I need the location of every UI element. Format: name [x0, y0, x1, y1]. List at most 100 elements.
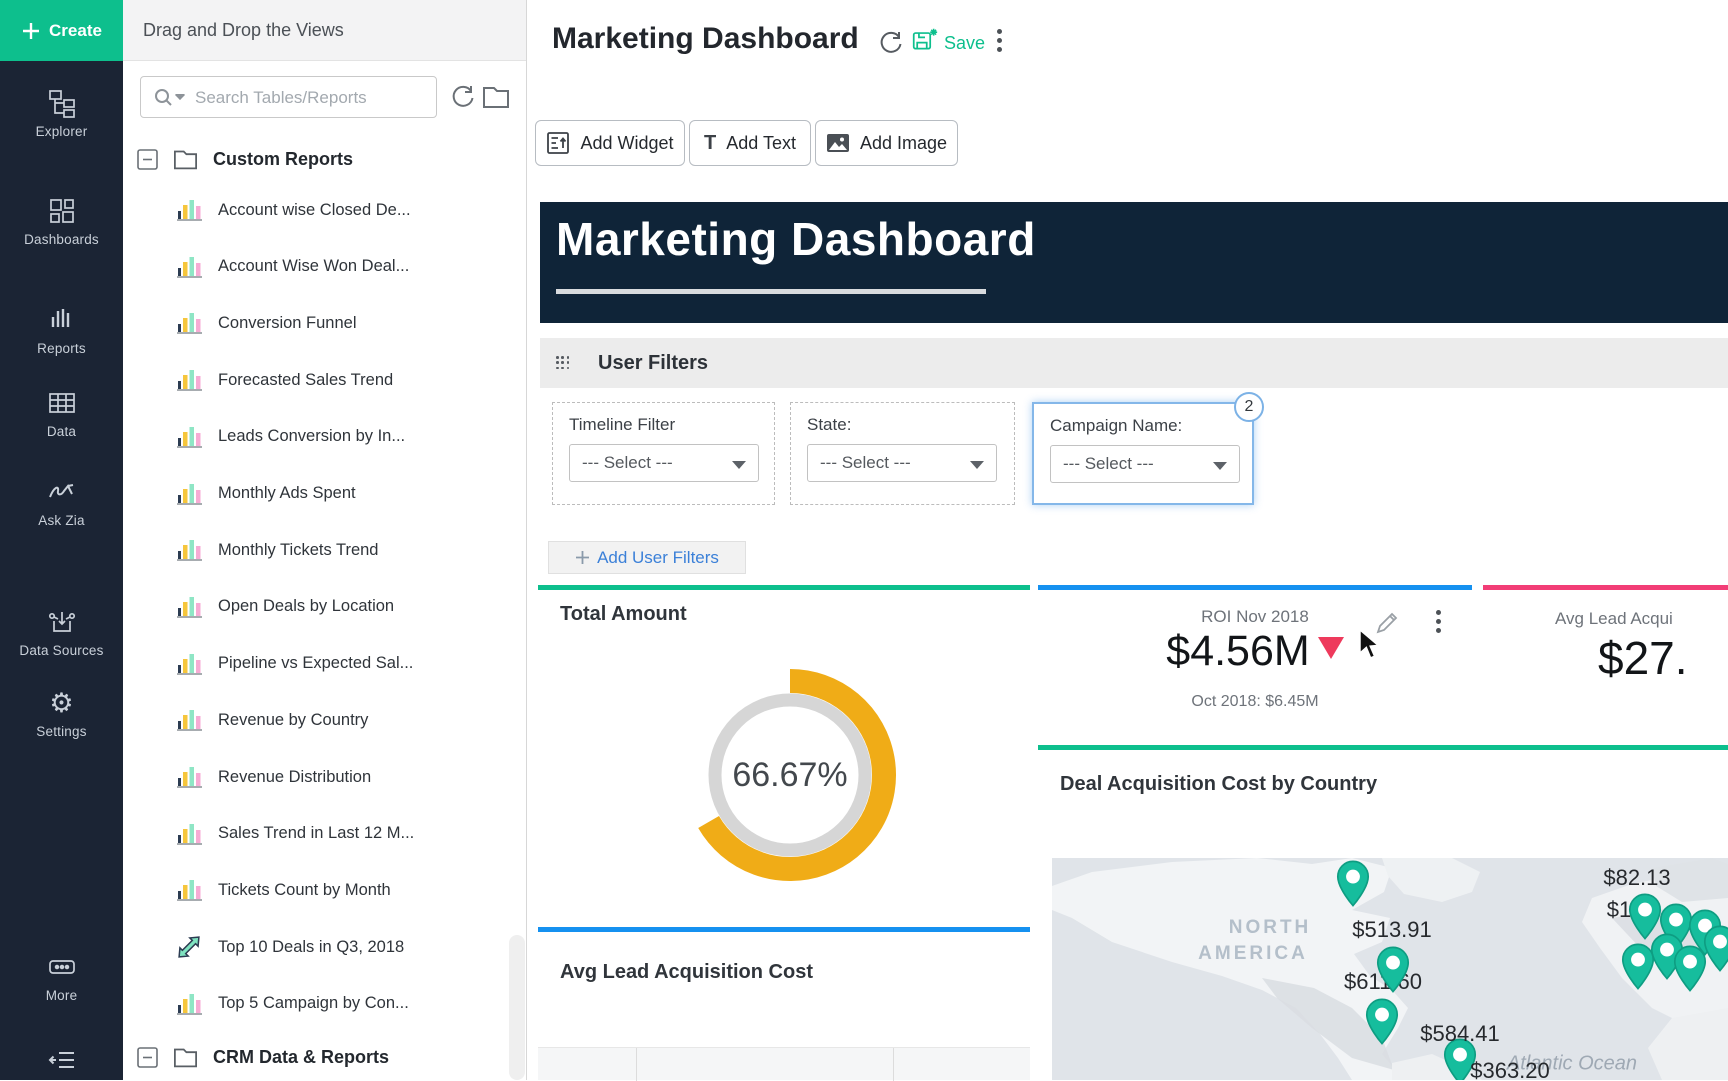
widget-title: Avg Lead Acqui: [1555, 609, 1673, 628]
list-item[interactable]: Open Deals by Location: [123, 579, 527, 635]
report-label: Forecasted Sales Trend: [218, 370, 394, 389]
map-canvas[interactable]: NORTH AMERICA Atlantic Ocean $513.91 $611…: [1052, 858, 1728, 1080]
map-pin-icon[interactable]: [1621, 943, 1655, 990]
list-item[interactable]: Tickets Count by Month: [123, 862, 527, 918]
filter-count-badge: 2: [1234, 392, 1264, 422]
refresh-icon[interactable]: [878, 30, 904, 56]
save-icon[interactable]: [912, 27, 938, 53]
list-item[interactable]: Revenue by Country: [123, 692, 527, 748]
report-label: Revenue Distribution: [218, 767, 372, 786]
report-label: Account wise Closed De...: [218, 200, 411, 219]
minus-checkbox-icon[interactable]: [137, 1046, 158, 1068]
sidebar-item-reports[interactable]: Reports: [0, 305, 123, 356]
gear-icon: ⚙: [49, 688, 74, 718]
sidebar-item-label: Data: [46, 424, 77, 439]
panel-scrollbar[interactable]: [509, 935, 525, 1080]
report-label: Tickets Count by Month: [218, 880, 391, 899]
panel-folder-icon[interactable]: [481, 84, 511, 110]
collapse-sidebar-button[interactable]: [0, 1045, 123, 1081]
sidebar-item-settings[interactable]: ⚙ Settings: [0, 688, 123, 739]
sidebar-item-ask-zia[interactable]: Ask Zia: [0, 477, 123, 528]
widget-avg-lead-kpi[interactable]: Avg Lead Acqui $27.: [1483, 585, 1728, 738]
sidebar-item-label: Dashboards: [24, 232, 99, 247]
widget-total-amount[interactable]: Total Amount 66.67%: [538, 585, 1030, 920]
list-item[interactable]: Account wise Closed De...: [123, 182, 527, 238]
map-pin-icon[interactable]: [1703, 925, 1728, 972]
report-label: Monthly Ads Spent: [218, 484, 356, 502]
add-widget-label: Add Widget: [580, 132, 674, 153]
sidebar-item-data-sources[interactable]: Data Sources: [0, 607, 123, 658]
add-image-button[interactable]: Add Image: [815, 120, 958, 166]
tree-node-custom-reports[interactable]: Custom Reports: [137, 142, 353, 176]
user-filters-bar[interactable]: User Filters: [540, 338, 1728, 388]
state-filter-select[interactable]: --- Select ---: [807, 444, 997, 482]
filter-label: Campaign Name:: [1050, 416, 1183, 435]
search-input[interactable]: [193, 77, 427, 119]
widget-deal-acquisition-map[interactable]: Deal Acquisition Cost by Country NORTH A…: [1038, 745, 1728, 1080]
filter-state[interactable]: State: --- Select ---: [790, 402, 1015, 505]
map-pin-icon[interactable]: [1365, 998, 1399, 1045]
plus-icon: [23, 22, 40, 39]
trend-arrow-icon: [175, 933, 203, 961]
list-item[interactable]: Top 10 Deals in Q3, 2018: [123, 919, 527, 975]
list-item[interactable]: Conversion Funnel: [123, 295, 527, 351]
timeline-filter-select[interactable]: --- Select ---: [569, 444, 759, 482]
map-value-label: $363.20: [1470, 1058, 1550, 1080]
sidebar-item-data[interactable]: Data: [0, 388, 123, 439]
bar-chart-icon: [175, 196, 203, 224]
minus-checkbox-icon[interactable]: [137, 148, 158, 170]
sidebar-item-explorer[interactable]: Explorer: [0, 88, 123, 139]
list-item[interactable]: Sales Trend in Last 12 M...: [123, 806, 527, 862]
explorer-icon: [48, 90, 75, 118]
create-label: Create: [49, 20, 102, 40]
list-item[interactable]: Revenue Distribution: [123, 749, 527, 805]
list-item[interactable]: Top 5 Campaign by Con...: [123, 976, 527, 1032]
sidebar-item-dashboards[interactable]: Dashboards: [0, 196, 123, 247]
list-item[interactable]: Leads Conversion by In...: [123, 409, 527, 465]
bar-chart-icon: [175, 423, 203, 451]
map-pin-icon[interactable]: [1376, 946, 1410, 993]
widget-title: Total Amount: [560, 603, 687, 625]
widget-table-edge: [538, 1047, 1030, 1081]
caret-down-icon: [970, 461, 984, 469]
list-item[interactable]: Forecasted Sales Trend: [123, 352, 527, 408]
widget-kebab-icon[interactable]: [1434, 610, 1442, 638]
bar-chart-icon: [175, 309, 203, 337]
search-icon[interactable]: [153, 87, 187, 107]
bar-chart-icon: [175, 480, 203, 508]
report-label: Top 10 Deals in Q3, 2018: [218, 937, 405, 956]
widget-roi[interactable]: ROI Nov 2018 $4.56M Oct 2018: $6.45M: [1038, 585, 1472, 738]
widget-accent-bar: [1038, 585, 1472, 590]
banner-title: Marketing Dashboard: [556, 213, 1036, 265]
filter-timeline[interactable]: Timeline Filter --- Select ---: [552, 402, 775, 505]
widget-title: Avg Lead Acquisition Cost: [560, 961, 813, 983]
widget-accent-bar: [538, 927, 1030, 932]
map-value-label: $82.13: [1603, 865, 1671, 890]
sidebar-item-more[interactable]: More: [0, 952, 123, 1003]
panel-refresh-icon[interactable]: [450, 84, 476, 110]
report-label: Pipeline vs Expected Sal...: [218, 654, 414, 673]
list-item[interactable]: Account Wise Won Deal...: [123, 239, 527, 295]
search-box: [140, 76, 437, 119]
create-button[interactable]: Create: [0, 0, 123, 61]
map-pin-icon[interactable]: [1673, 945, 1707, 992]
save-button[interactable]: Save: [944, 33, 985, 54]
add-text-button[interactable]: T Add Text: [689, 120, 811, 166]
widget-accent-bar: [538, 585, 1030, 590]
list-item[interactable]: Monthly Tickets Trend: [123, 522, 527, 578]
drag-handle-icon[interactable]: [556, 356, 570, 370]
filter-campaign-name[interactable]: Campaign Name: --- Select ---: [1032, 402, 1254, 505]
campaign-filter-select[interactable]: --- Select ---: [1050, 445, 1240, 483]
gauge-value: 66.67%: [732, 756, 848, 794]
bar-chart-icon: [175, 593, 203, 621]
kebab-menu-icon[interactable]: [995, 29, 1003, 57]
map-pin-icon[interactable]: [1336, 860, 1370, 907]
widget-avg-lead-acquisition-cost[interactable]: Avg Lead Acquisition Cost: [538, 927, 1030, 1081]
add-user-filters-button[interactable]: Add User Filters: [548, 541, 746, 574]
list-item[interactable]: Pipeline vs Expected Sal...: [123, 636, 527, 692]
add-widget-button[interactable]: Add Widget: [535, 120, 685, 166]
add-widget-icon: [547, 132, 570, 154]
list-item[interactable]: Monthly Ads Spent: [123, 466, 527, 522]
folder-label: Custom Reports: [213, 148, 354, 169]
tree-node-crm-data[interactable]: CRM Data & Reports: [137, 1040, 389, 1074]
